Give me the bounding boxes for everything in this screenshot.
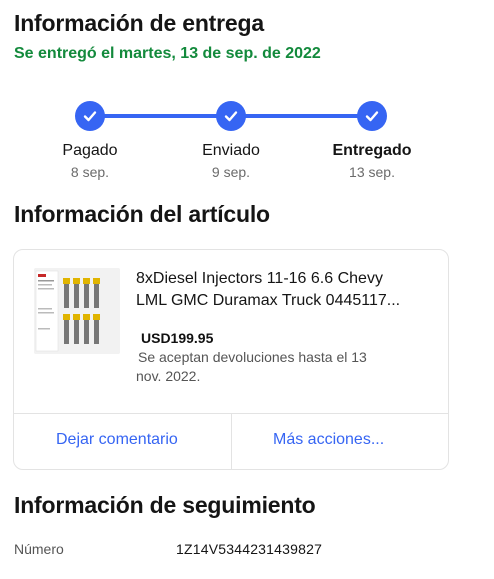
step-paid-date: 8 sep. <box>70 164 110 180</box>
step-shipped-label: Enviado <box>202 142 260 159</box>
progress-line-2 <box>245 114 359 118</box>
item-title-line-2[interactable]: LML GMC Duramax Truck 0445117... <box>136 290 400 311</box>
item-card: 8xDiesel Injectors 11-16 6.6 Chevy LML G… <box>13 249 449 470</box>
returns-line-2: nov. 2022. <box>136 368 201 384</box>
step-shipped-date: 9 sep. <box>211 164 251 180</box>
step-delivered-label: Entregado <box>332 142 412 159</box>
leave-feedback-button[interactable]: Dejar comentario <box>56 431 178 449</box>
step-paid-check-icon <box>75 101 105 131</box>
step-paid-label: Pagado <box>62 142 118 159</box>
progress-line-1 <box>104 114 218 118</box>
more-actions-button[interactable]: Más acciones... <box>273 431 384 449</box>
item-price: USD199.95 <box>141 330 214 346</box>
step-delivered-check-icon <box>357 101 387 131</box>
card-divider-vertical <box>231 413 232 469</box>
delivery-status: Se entregó el martes, 13 de sep. de 2022 <box>14 45 321 62</box>
delivery-heading: Información de entrega <box>14 10 264 36</box>
tracking-number-value[interactable]: 1Z14V5344231439827 <box>176 541 322 557</box>
step-delivered-date: 13 sep. <box>349 164 395 180</box>
item-heading: Información del artículo <box>14 201 270 227</box>
tracking-heading: Información de seguimiento <box>14 492 316 518</box>
step-shipped-check-icon <box>216 101 246 131</box>
tracking-number-label: Número <box>14 541 64 557</box>
item-title-line-1[interactable]: 8xDiesel Injectors 11-16 6.6 Chevy <box>136 268 383 289</box>
product-image[interactable] <box>34 268 120 354</box>
injectors-image-icon <box>34 268 120 354</box>
returns-line-1: Se aceptan devoluciones hasta el 13 <box>138 349 367 365</box>
